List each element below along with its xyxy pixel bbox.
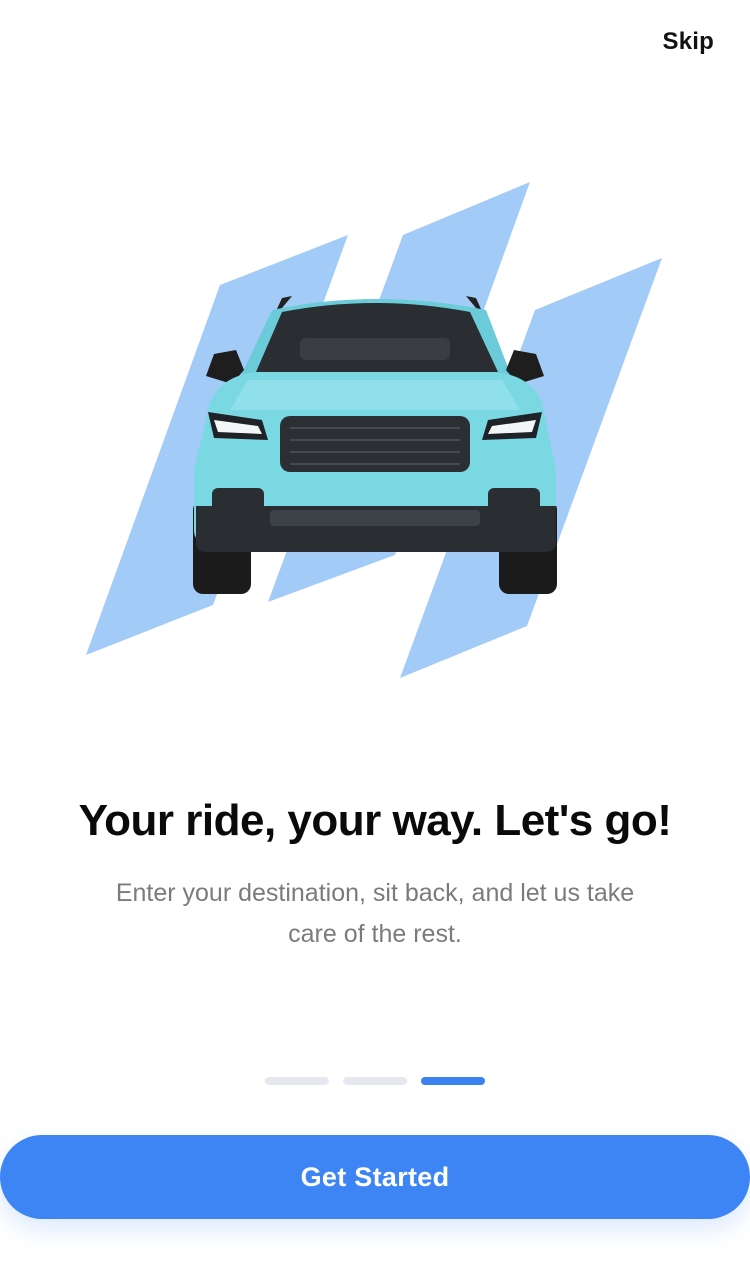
page-dot-1 — [265, 1077, 329, 1085]
get-started-button[interactable]: Get Started — [0, 1135, 750, 1219]
page-indicator — [265, 1077, 485, 1085]
onboarding-title: Your ride, your way. Let's go! — [78, 796, 672, 845]
skip-button[interactable]: Skip — [663, 28, 714, 56]
car-illustration — [0, 170, 750, 690]
page-dot-3-active — [421, 1077, 485, 1085]
page-dot-2 — [343, 1077, 407, 1085]
onboarding-subtitle: Enter your destination, sit back, and le… — [115, 879, 635, 948]
